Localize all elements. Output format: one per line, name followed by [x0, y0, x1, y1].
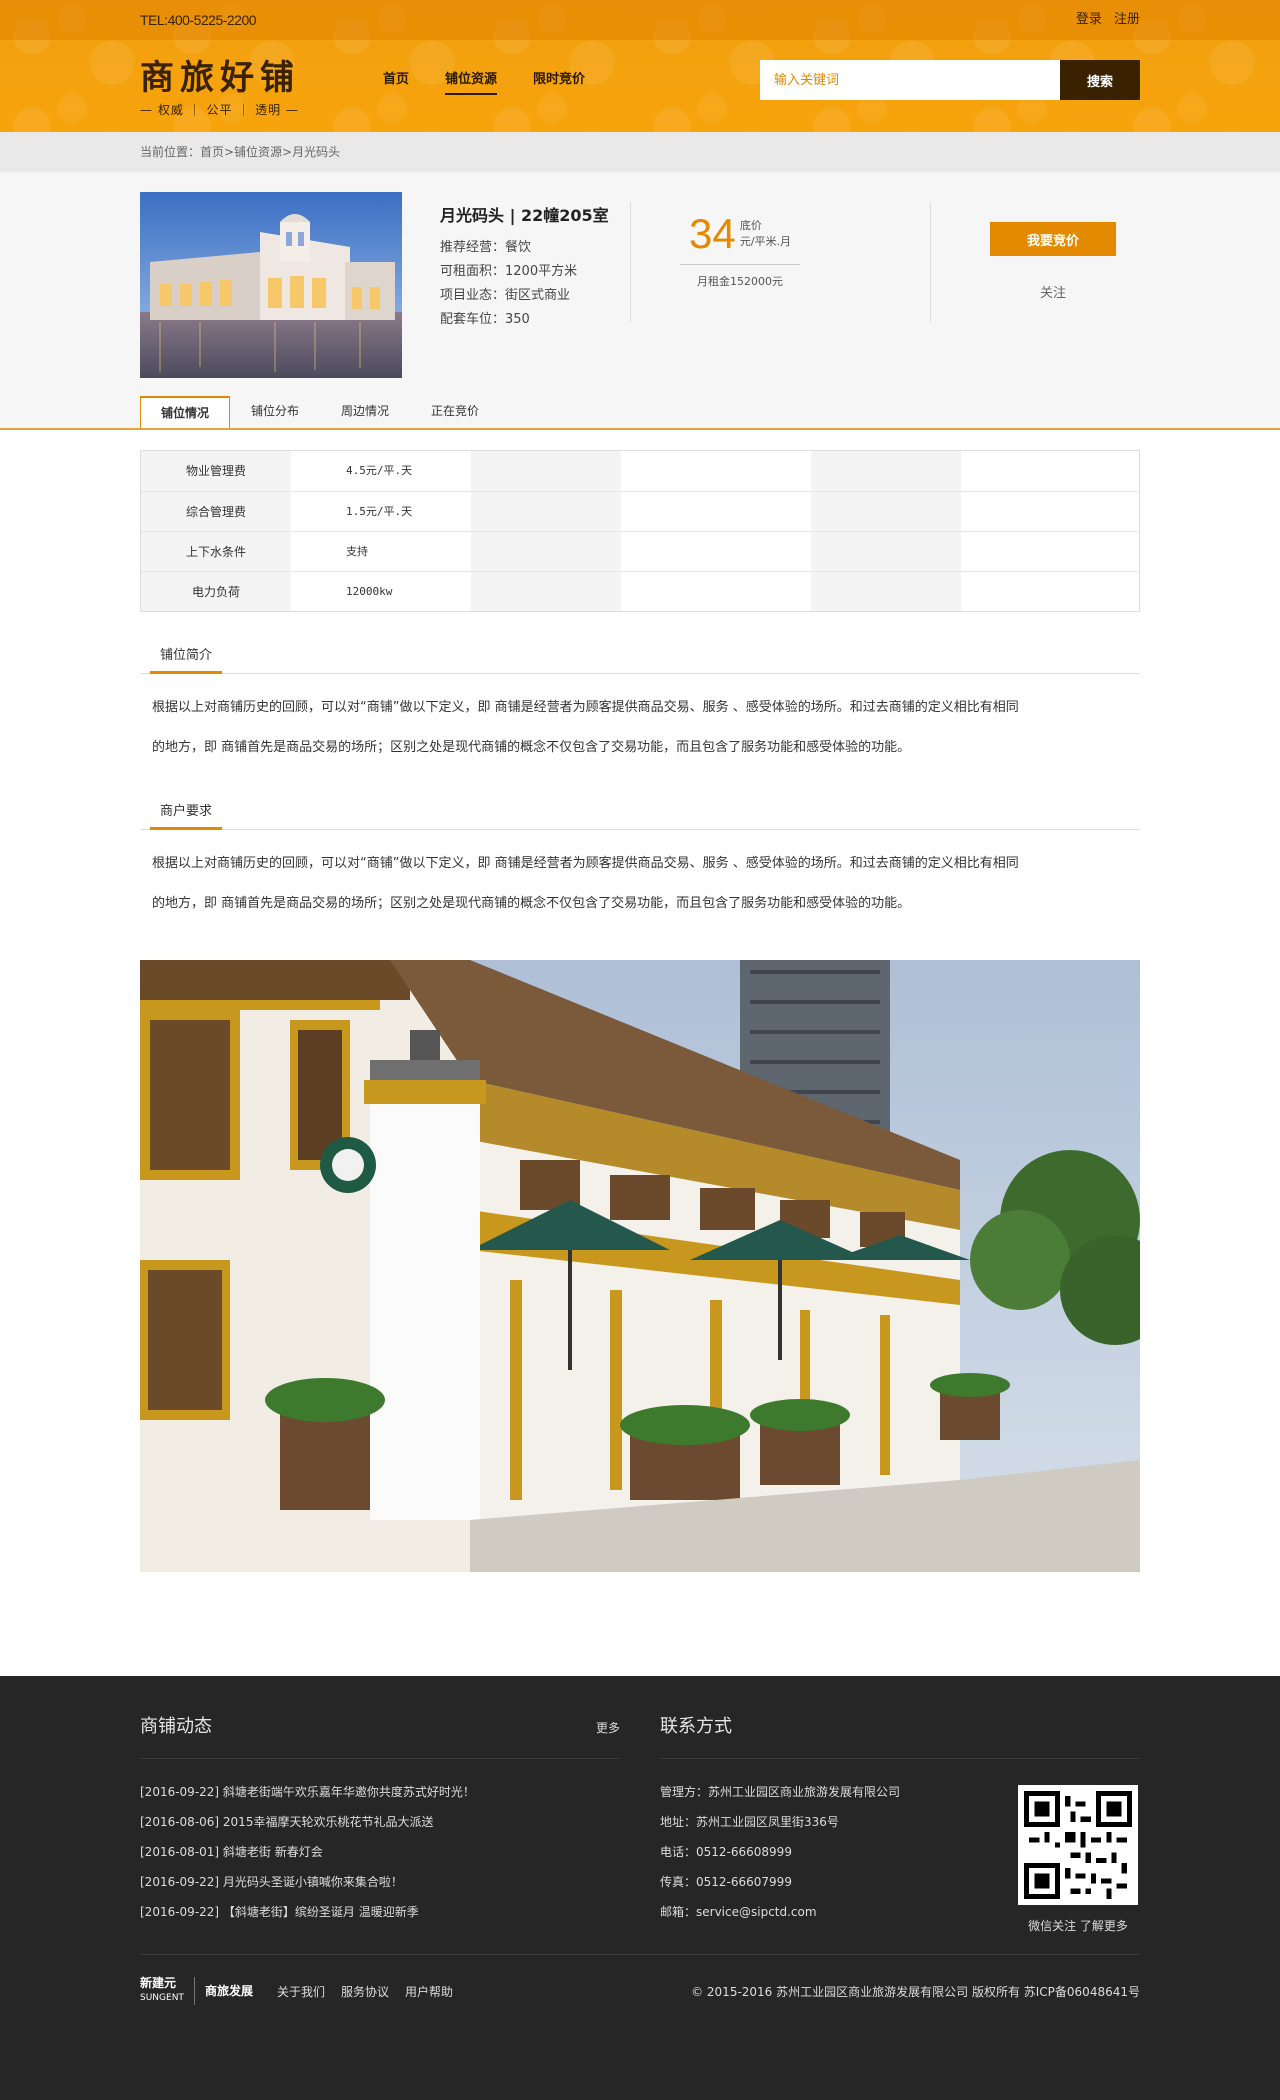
price-unit-text: 元/平米.月	[739, 235, 792, 248]
product-business: 推荐经营：餐饮	[440, 240, 532, 255]
section-title: 商户要求	[150, 800, 223, 830]
top-bar: TEL:400-5225-2200 登录 注册	[0, 0, 1280, 40]
table-row: 物业管理费 4.5元/平.天	[141, 451, 1139, 491]
table-row: 上下水条件 支持	[141, 531, 1139, 571]
price-divider	[680, 264, 800, 265]
help-link[interactable]: 用户帮助	[405, 1983, 453, 2000]
tenant-requirements-section: 商户要求 根据以上对商铺历史的回顾，可以对“商铺”做以下定义，即 商铺是经营者为…	[140, 800, 1140, 924]
logo-title: 商旅好铺	[140, 58, 300, 98]
price-label: 底价	[739, 219, 762, 232]
login-link[interactable]: 登录	[1076, 12, 1102, 27]
hotline: TEL:400-5225-2200	[140, 12, 257, 28]
search-box: 搜索	[760, 60, 1140, 100]
detail-tabs: 铺位情况 铺位分布 周边情况 正在竞价	[140, 396, 500, 428]
bid-button[interactable]: 我要竞价	[990, 222, 1116, 256]
copyright: © 2015-2016 苏州工业园区商业旅游发展有限公司 版权所有 苏ICP备0…	[691, 1984, 1140, 1999]
brand-sungent-en: SUNGENT	[140, 1993, 184, 2003]
paragraph-line: 根据以上对商铺历史的回顾，可以对“商铺”做以下定义，即 商铺是经营者为顾客提供商…	[152, 700, 1019, 715]
storefront-photo	[140, 960, 1140, 1572]
register-link[interactable]: 注册	[1114, 12, 1140, 27]
brand-commerce: 商旅发展	[204, 1983, 253, 1998]
footer-logo: 新建元 SUNGENT 商旅发展	[140, 1977, 253, 2005]
table-row: 综合管理费 1.5元/平.天	[141, 491, 1139, 531]
list-item[interactable]: [2016-08-06] 2015幸福摩天轮欢乐桃花节礼品大派送	[140, 1807, 620, 1837]
paragraph-line: 的地方，即 商铺首先是商品交易的场所；区别之处是现代商铺的概念不仅包含了交易功能…	[152, 896, 911, 911]
spec-value: 1.5元/平.天	[291, 492, 471, 531]
follow-button[interactable]: 关注	[990, 282, 1116, 301]
product-info: 月光码头 | 22幢205室 推荐经营：餐饮 可租面积：1200平方米 项目业态…	[440, 202, 609, 332]
spec-label: 物业管理费	[141, 451, 291, 491]
spec-label: 电力负荷	[141, 572, 291, 611]
section-body: 根据以上对商铺历史的回顾，可以对“商铺”做以下定义，即 商铺是经营者为顾客提供商…	[140, 674, 1140, 768]
qr-caption: 微信关注 了解更多	[1028, 1919, 1128, 1933]
nav-shop-resources[interactable]: 铺位资源	[445, 68, 498, 95]
divider	[930, 202, 931, 322]
breadcrumb: 当前位置：首页>铺位资源>月光码头	[140, 145, 341, 159]
auth-links: 登录 注册	[1068, 0, 1140, 40]
site-header: TEL:400-5225-2200 登录 注册 商旅好铺 — 权威 ｜ 公平 ｜…	[0, 0, 1280, 132]
price-unit: 底价 元/平米.月	[740, 218, 791, 250]
logo-slogan: — 权威 ｜ 公平 ｜ 透明 —	[140, 103, 299, 117]
contact-address: 地址：苏州工业园区凤里街336号	[660, 1815, 839, 1829]
contact-email[interactable]: 邮箱：service@sipctd.com	[660, 1897, 900, 1927]
news-title: 商铺动态	[140, 1716, 212, 1737]
list-item[interactable]: [2016-09-22] 斜塘老街端午欢乐嘉年华邀你共度苏式好时光！	[140, 1777, 620, 1807]
news-list: [2016-09-22] 斜塘老街端午欢乐嘉年华邀你共度苏式好时光！ [2016…	[140, 1777, 620, 1927]
list-item[interactable]: [2016-09-22] 月光码头圣诞小镇喊你来集合啦！	[140, 1867, 620, 1897]
contact-column: 联系方式 管理方：苏州工业园区商业旅游发展有限公司 地址：苏州工业园区凤里街33…	[660, 1712, 1140, 1934]
tab-bidding-now[interactable]: 正在竞价	[410, 396, 500, 428]
monthly-rent: 月租金152000元	[697, 275, 783, 288]
spec-value: 12000kw	[291, 572, 471, 611]
spec-value: 支持	[291, 532, 471, 571]
tab-underline	[0, 428, 1280, 430]
more-link[interactable]: 更多	[596, 1719, 620, 1736]
spec-value: 4.5元/平.天	[291, 451, 471, 491]
section-body: 根据以上对商铺历史的回顾，可以对“商铺”做以下定义，即 商铺是经营者为顾客提供商…	[140, 830, 1140, 924]
search-button[interactable]: 搜索	[1060, 60, 1140, 100]
paragraph-line: 的地方，即 商铺首先是商品交易的场所；区别之处是现代商铺的概念不仅包含了交易功能…	[152, 740, 911, 755]
tab-shop-distribution[interactable]: 铺位分布	[230, 396, 320, 428]
service-agreement-link[interactable]: 服务协议	[341, 1983, 389, 2000]
spec-label: 综合管理费	[141, 492, 291, 531]
site-footer: 商铺动态 更多 [2016-09-22] 斜塘老街端午欢乐嘉年华邀你共度苏式好时…	[0, 1676, 1280, 2100]
contact-details: 管理方：苏州工业园区商业旅游发展有限公司 地址：苏州工业园区凤里街336号 电话…	[660, 1777, 900, 1934]
footer-bottom: 新建元 SUNGENT 商旅发展 关于我们 服务协议 用户帮助 © 2015-2…	[140, 1954, 1140, 2005]
product-parking: 配套车位：350	[440, 312, 530, 327]
list-item[interactable]: [2016-09-22] 【斜塘老街】缤纷圣诞月 温暖迎新季	[140, 1897, 620, 1927]
wechat-qr: 微信关注 了解更多	[1018, 1785, 1138, 1934]
contact-title: 联系方式	[660, 1716, 732, 1737]
breadcrumb-bar: 当前位置：首页>铺位资源>月光码头	[0, 132, 1280, 172]
spec-label: 上下水条件	[141, 532, 291, 571]
shop-intro-section: 铺位简介 根据以上对商铺历史的回顾，可以对“商铺”做以下定义，即 商铺是经营者为…	[140, 644, 1140, 768]
list-item[interactable]: [2016-08-01] 斜塘老街 新春灯会	[140, 1837, 620, 1867]
qr-code-icon	[1018, 1785, 1138, 1905]
product-summary: 月光码头 | 22幢205室 推荐经营：餐饮 可租面积：1200平方米 项目业态…	[0, 172, 1280, 428]
paragraph-line: 根据以上对商铺历史的回顾，可以对“商铺”做以下定义，即 商铺是经营者为顾客提供商…	[152, 856, 1019, 871]
price-box: 34 底价 元/平米.月 月租金152000元	[680, 210, 800, 289]
tab-shop-status[interactable]: 铺位情况	[140, 396, 230, 428]
main-nav: 首页 铺位资源 限时竞价	[383, 68, 585, 95]
product-area: 可租面积：1200平方米	[440, 264, 578, 279]
search-input[interactable]	[760, 60, 1060, 100]
section-title: 铺位简介	[150, 644, 223, 674]
tab-surroundings[interactable]: 周边情况	[320, 396, 410, 428]
brand-sungent: 新建元	[140, 1976, 177, 1990]
contact-phone: 电话：0512-66608999	[660, 1845, 792, 1859]
spec-table: 物业管理费 4.5元/平.天 综合管理费 1.5元/平.天 上下水条件 支持 电…	[140, 450, 1140, 612]
product-photo	[140, 192, 402, 378]
nav-timed-bidding[interactable]: 限时竞价	[533, 68, 585, 95]
divider	[630, 202, 631, 322]
product-format: 项目业态：街区式商业	[440, 288, 571, 303]
site-logo[interactable]: 商旅好铺 — 权威 ｜ 公平 ｜ 透明 —	[140, 50, 300, 118]
nav-home[interactable]: 首页	[383, 68, 409, 95]
news-column: 商铺动态 更多 [2016-09-22] 斜塘老街端午欢乐嘉年华邀你共度苏式好时…	[140, 1712, 620, 1934]
product-title: 月光码头 | 22幢205室	[440, 206, 609, 225]
base-price: 34	[688, 210, 736, 257]
table-row: 电力负荷 12000kw	[141, 571, 1139, 611]
contact-fax: 传真：0512-66607999	[660, 1875, 792, 1889]
about-link[interactable]: 关于我们	[277, 1983, 325, 2000]
contact-manager: 管理方：苏州工业园区商业旅游发展有限公司	[660, 1785, 901, 1799]
